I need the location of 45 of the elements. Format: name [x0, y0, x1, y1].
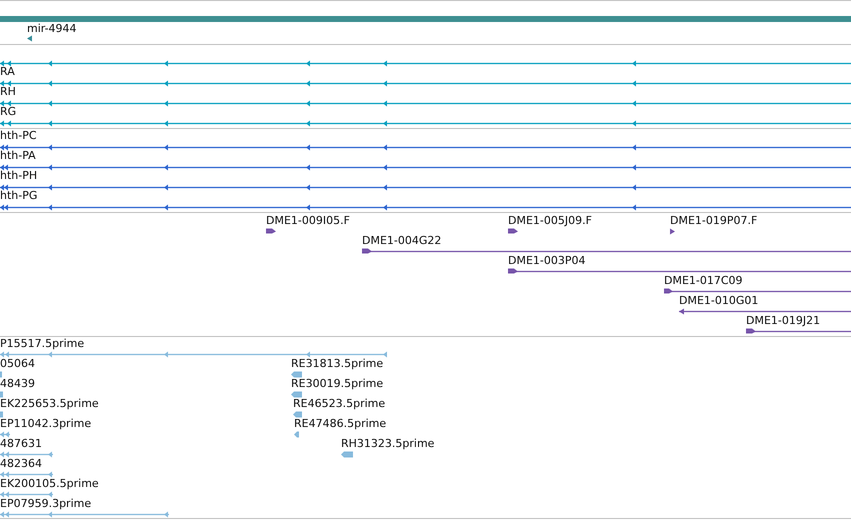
feature-label: DME1-017C09 [664, 275, 743, 287]
feature-drawing [0, 470, 53, 478]
feature-drawing [291, 390, 302, 398]
feature-label: DME1-019J21 [746, 315, 820, 327]
feature-label: hth-PG [0, 190, 38, 202]
feature-label: RH31323.5prime [341, 438, 434, 450]
feature-label: EK200105.5prime [0, 478, 99, 490]
feature-drawing [266, 228, 276, 234]
feature-label: EP07959.3prime [0, 498, 92, 510]
feature-label: hth-PH [0, 170, 38, 182]
feature-label: DME1-004G22 [362, 235, 442, 247]
feature-drawing [508, 228, 518, 234]
feature-drawing [293, 410, 302, 418]
feature-drawing [291, 370, 302, 378]
feature-label: 482364 [0, 458, 42, 470]
feature-label: 487631 [0, 438, 42, 450]
feature-label: EP11042.3prime [0, 418, 92, 430]
feature-drawing [0, 450, 53, 458]
feature-label: P15517.5prime [0, 338, 84, 350]
feature-label: hth-PC [0, 130, 37, 142]
feature-label: RE30019.5prime [291, 378, 384, 390]
feature-label: DME1-010G01 [679, 295, 758, 307]
feature-label: RE47486.5prime [294, 418, 386, 430]
feature-label: DME1-019P07.F [670, 215, 758, 227]
feature-drawing [27, 34, 32, 42]
feature-label: EK225653.5prime [0, 398, 99, 410]
feature-drawing [341, 450, 353, 458]
feature-drawing [670, 228, 675, 234]
feature-label: DME1-009I05.F [266, 215, 350, 227]
feature-label: RA [0, 66, 15, 78]
feature-drawing [0, 390, 3, 398]
feature-label: hth-PA [0, 150, 36, 162]
feature-label: 05064 [0, 358, 35, 370]
feature-label: RE46523.5prime [293, 398, 386, 410]
feature-label: DME1-005J09.F [508, 215, 592, 227]
feature-drawing [0, 430, 10, 438]
feature-label: 48439 [0, 378, 35, 390]
feature-label: RH [0, 86, 16, 98]
feature-label: mir-4944 [27, 23, 77, 35]
feature-drawing [0, 490, 53, 498]
feature-label: DME1-003P04 [508, 255, 586, 267]
feature-drawing [0, 410, 3, 418]
feature-drawing [294, 430, 299, 438]
feature-label: RE31813.5prime [291, 358, 384, 370]
feature-label: RG [0, 106, 16, 118]
